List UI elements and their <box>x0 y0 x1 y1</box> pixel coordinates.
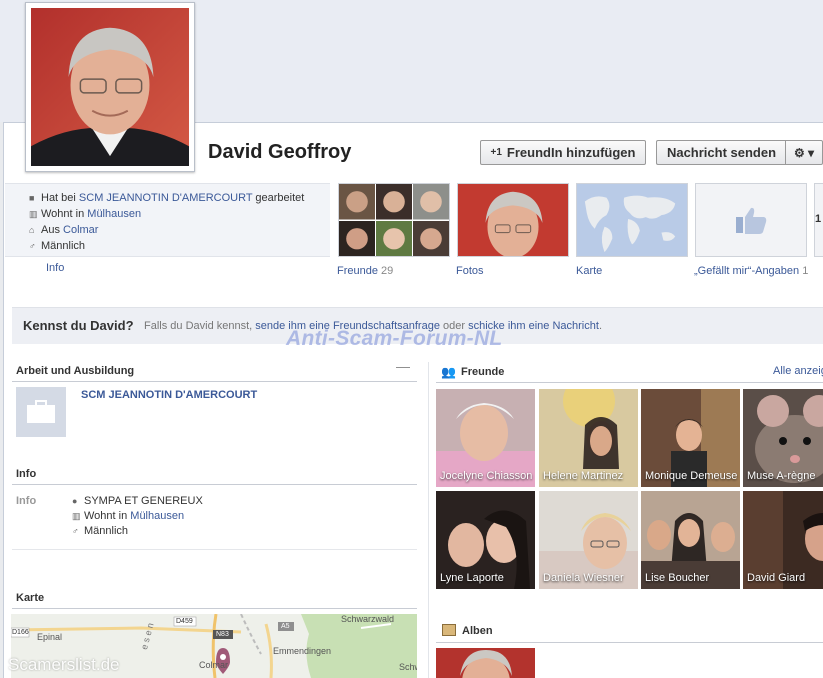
friend-mini-photo <box>376 220 412 256</box>
map-road-a5: A5 <box>281 623 290 630</box>
friends-collage-thumb[interactable] <box>338 183 450 257</box>
city-icon: ▥ <box>29 209 38 219</box>
map-place-emmendingen: Emmendingen <box>273 646 332 656</box>
city-icon: ▥ <box>72 511 81 521</box>
intro-from: ⌂ Aus Colmar <box>29 224 99 236</box>
male-icon: ♂ <box>29 241 36 251</box>
male-icon: ♂ <box>72 526 79 536</box>
work-education-heading: Arbeit und Ausbildung <box>16 365 135 377</box>
friends-thumb-label[interactable]: Freunde 29 <box>337 265 393 277</box>
map-thumb[interactable] <box>576 183 688 257</box>
friends-icon: 👥 <box>441 365 456 379</box>
map-road-d166: D166 <box>12 629 29 636</box>
world-map-preview <box>577 184 687 256</box>
profile-picture[interactable] <box>25 2 195 172</box>
info-gender: ♂ Männlich <box>72 525 129 537</box>
friend-name: Muse A-règne <box>747 470 816 482</box>
briefcase-icon <box>27 400 55 423</box>
friend-name: Helene Martinez <box>543 470 624 482</box>
friend-mini-photo <box>413 184 449 220</box>
scamerslist-watermark: Scamerslist.de <box>8 655 120 674</box>
thumbs-up-icon <box>736 207 767 234</box>
add-friend-button[interactable]: +1 FreundIn hinzufügen <box>480 140 646 165</box>
intro-info-link[interactable]: Info <box>46 262 64 274</box>
friends-heading-rule <box>436 382 823 383</box>
column-divider <box>428 362 429 678</box>
friends-heading: Freunde <box>461 366 505 378</box>
friend-name: Monique Demeuse <box>645 470 738 482</box>
profile-photo <box>31 8 189 166</box>
friend-tile[interactable]: Jocelyne Chiasson <box>436 389 535 487</box>
friend-name: David Giard <box>747 572 806 584</box>
friend-mini-photo <box>376 184 412 220</box>
next-thumb-count: 1 <box>815 213 822 225</box>
friend-name: Daniela Wiesner <box>543 572 624 584</box>
friend-name: Lyne Laporte <box>440 572 504 584</box>
photos-thumb-label[interactable]: Fotos <box>456 265 484 277</box>
friend-mini-photo <box>413 220 449 256</box>
briefcase-icon: ■ <box>29 193 35 203</box>
map-road-n83: N83 <box>216 631 229 638</box>
friend-tile[interactable]: Lyne Laporte <box>436 491 535 589</box>
intro-lives: ▥ Wohnt in Mülhausen <box>29 208 142 220</box>
map-place-schw: Schw <box>399 662 417 672</box>
add-friend-icon: +1 <box>490 147 502 158</box>
info-lives-link[interactable]: Mülhausen <box>130 510 184 522</box>
albums-heading-rule <box>436 642 823 643</box>
photo-preview <box>458 184 568 256</box>
map-place-colmar: Colmar <box>199 660 229 670</box>
know-person-title: Kennst du David? <box>23 318 134 333</box>
friend-tile[interactable]: David Giard <box>743 491 823 589</box>
likes-thumb[interactable] <box>695 183 807 257</box>
map-road-d459: D459 <box>176 618 193 625</box>
map-thumb-label[interactable]: Karte <box>576 265 602 277</box>
info-heading: Info <box>16 468 37 480</box>
friend-tile[interactable]: Helene Martinez <box>539 389 638 487</box>
info-lives: ▥ Wohnt in Mülhausen <box>72 510 185 522</box>
work-heading-rule <box>12 381 417 382</box>
map-heading-rule <box>12 608 417 609</box>
friend-tile[interactable]: Muse A-règne <box>743 389 823 487</box>
map-place-epinal: Epinal <box>37 632 63 642</box>
intro-box: ■ Hat bei SCM JEANNOTIN D'AMERCOURT gearb… <box>5 183 330 257</box>
intro-from-link[interactable]: Colmar <box>63 224 98 236</box>
friend-name: Jocelyne Chiasson <box>440 470 533 482</box>
home-icon: ⌂ <box>29 225 35 235</box>
intro-lives-link[interactable]: Mülhausen <box>87 208 141 220</box>
collapse-icon[interactable]: — <box>396 358 410 374</box>
albums-heading: Alben <box>462 625 493 637</box>
employer-link[interactable]: SCM JEANNOTIN D'AMERCOURT <box>81 389 257 401</box>
gear-menu-button[interactable]: ⚙ ▾ <box>785 140 823 165</box>
friend-mini-photo <box>339 184 375 220</box>
anti-scam-watermark: Anti-Scam-Forum-NL <box>286 327 503 350</box>
albums-icon <box>442 624 456 636</box>
intro-employer-link[interactable]: SCM JEANNOTIN D'AMERCOURT <box>79 192 252 204</box>
send-message-button[interactable]: Nachricht senden <box>656 140 786 165</box>
friend-mini-photo <box>339 220 375 256</box>
info-row-label: Info <box>16 495 37 507</box>
friend-tile[interactable]: Monique Demeuse <box>641 389 740 487</box>
info-motto: ● SYMPA ET GENEREUX <box>72 495 203 507</box>
map-heading: Karte <box>16 592 45 604</box>
album-thumb[interactable] <box>436 648 535 678</box>
friend-tile[interactable]: Daniela Wiesner <box>539 491 638 589</box>
friend-tile[interactable]: Lise Boucher <box>641 491 740 589</box>
info-heading-rule <box>12 484 417 485</box>
map-place-schwarzwald: Schwarzwald <box>341 614 395 624</box>
profile-name: David Geoffroy <box>208 141 352 163</box>
info-bottom-rule <box>12 549 417 550</box>
employer-logo[interactable] <box>16 387 66 437</box>
photos-thumb[interactable] <box>457 183 569 257</box>
album-cover <box>436 648 535 678</box>
friends-see-all-link[interactable]: Alle anzeig <box>773 365 823 377</box>
person-icon: ● <box>72 496 78 506</box>
likes-thumb-label[interactable]: „Gefällt mir“-Angaben 1 <box>694 265 808 277</box>
friend-name: Lise Boucher <box>645 572 710 584</box>
intro-gender: ♂ Männlich <box>29 240 86 252</box>
add-friend-label: FreundIn hinzufügen <box>506 145 636 160</box>
intro-work: ■ Hat bei SCM JEANNOTIN D'AMERCOURT gearb… <box>29 192 305 204</box>
